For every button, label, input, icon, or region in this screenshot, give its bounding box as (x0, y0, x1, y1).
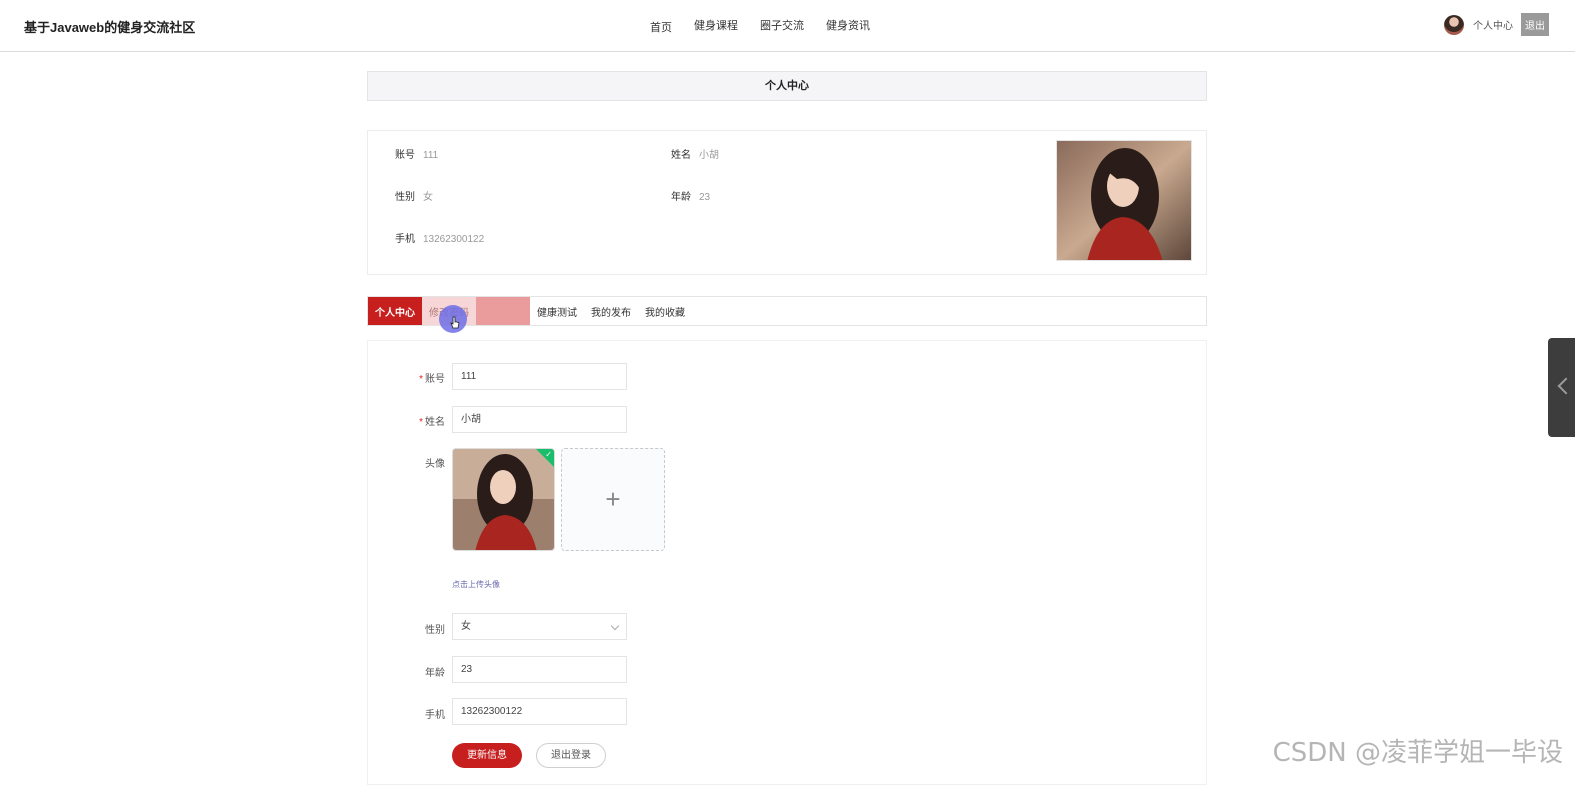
user-center-link[interactable]: 个人中心 (1473, 17, 1513, 32)
info-phone-label: 手机 (395, 234, 415, 245)
name-input[interactable]: 小胡 (452, 406, 627, 433)
nav-home[interactable]: 首页 (650, 19, 672, 35)
phone-input[interactable]: 13262300122 (452, 698, 627, 725)
profile-form: * 账号 111 * 姓名 小胡 头像 ✓ + 点击上传头像 性别 女 年龄 23 … (367, 340, 1207, 785)
age-input[interactable]: 23 (452, 656, 627, 683)
info-gender-label: 性别 (395, 192, 415, 203)
tab-my-orders[interactable]: 我的订单 (476, 297, 530, 325)
info-gender-value: 女 (423, 192, 433, 203)
logout-link[interactable]: 退出 (1521, 13, 1549, 36)
info-account-value: 111 (423, 150, 439, 161)
hand-cursor-icon (450, 316, 460, 329)
phone-label: 手机 (425, 710, 445, 721)
logout-button[interactable]: 退出登录 (536, 743, 606, 768)
tab-health-test[interactable]: 健康测试 (530, 297, 584, 325)
top-navbar: 基于Javaweb的健身交流社区 首页 健身课程 圈子交流 健身资讯 个人中心 … (0, 0, 1575, 52)
page-title: 个人中心 (367, 71, 1207, 101)
nav-courses[interactable]: 健身课程 (694, 17, 738, 35)
site-title[interactable]: 基于Javaweb的健身交流社区 (24, 17, 195, 36)
profile-tabs: 个人中心 修改密码 我的订单 健康测试 我的发布 我的收藏 (367, 296, 1207, 326)
chevron-down-icon (610, 621, 620, 631)
gender-select[interactable]: 女 (452, 613, 627, 640)
gender-label: 性别 (425, 625, 445, 636)
plus-icon: + (605, 484, 621, 514)
update-info-button[interactable]: 更新信息 (452, 743, 522, 768)
watermark: CSDN @凌菲学姐一毕设 (1272, 738, 1563, 768)
avatar-thumbnail[interactable]: ✓ (452, 448, 555, 551)
nav-circle[interactable]: 圈子交流 (760, 17, 804, 35)
info-account: 账号 111 (395, 146, 438, 161)
profile-photo (1056, 140, 1192, 261)
avatar-label: 头像 (425, 459, 445, 470)
user-area: 个人中心 退出 (1444, 13, 1549, 36)
info-phone-value: 13262300122 (423, 234, 485, 245)
user-avatar[interactable] (1444, 14, 1464, 35)
main-nav: 首页 健身课程 圈子交流 健身资讯 (650, 17, 892, 35)
tab-my-favorites[interactable]: 我的收藏 (638, 297, 692, 325)
account-label: * 账号 (419, 374, 445, 385)
avatar-thumbnail-image (453, 449, 554, 550)
info-gender: 性别女 (395, 188, 433, 203)
chevron-left-icon (1557, 377, 1575, 395)
check-icon: ✓ (545, 450, 552, 459)
name-label: * 姓名 (419, 417, 445, 428)
tab-my-posts[interactable]: 我的发布 (584, 297, 638, 325)
tab-personal-center[interactable]: 个人中心 (368, 297, 422, 325)
info-account-label: 账号 (395, 150, 415, 161)
side-panel-toggle[interactable] (1548, 338, 1575, 437)
info-age: 年龄 23 (671, 188, 710, 203)
profile-info-card: 账号 111 姓名 小胡 性别女 年龄 23 手机 13262300122 (367, 130, 1207, 275)
info-name-value: 小胡 (699, 150, 719, 161)
info-age-value: 23 (699, 192, 711, 203)
profile-photo-image (1057, 141, 1191, 260)
info-name-label: 姓名 (671, 150, 691, 161)
avatar-upload-button[interactable]: + (561, 448, 665, 551)
info-name: 姓名 小胡 (671, 146, 719, 161)
upload-hint: 点击上传头像 (452, 580, 500, 589)
account-input[interactable]: 111 (452, 363, 627, 390)
gender-select-value: 女 (461, 621, 471, 632)
info-age-label: 年龄 (671, 192, 691, 203)
info-phone: 手机 13262300122 (395, 230, 484, 245)
age-label: 年龄 (425, 668, 445, 679)
nav-news[interactable]: 健身资讯 (826, 17, 870, 35)
